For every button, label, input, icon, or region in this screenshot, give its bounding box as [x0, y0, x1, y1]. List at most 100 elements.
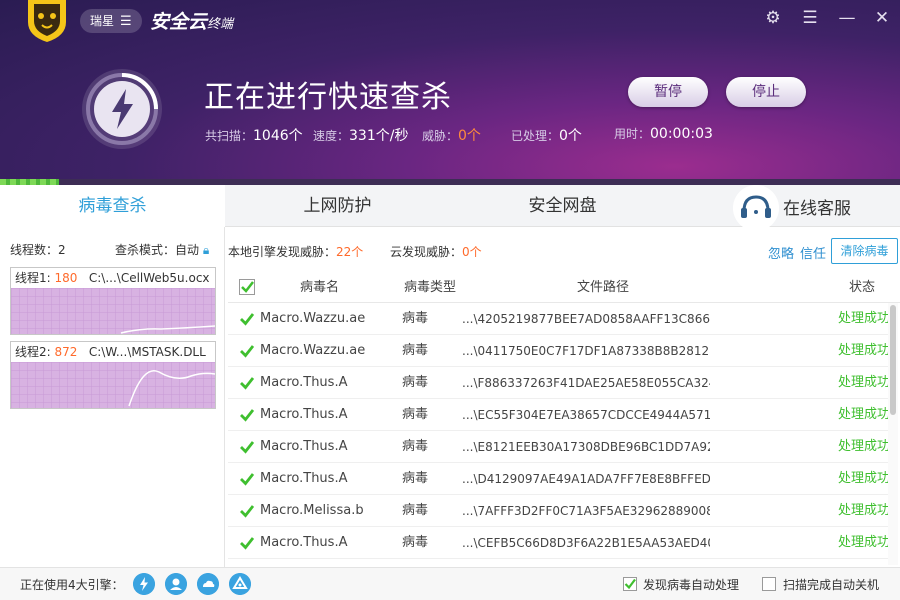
headset-icon[interactable]: [733, 185, 779, 231]
settings-gear-icon[interactable]: ⚙: [763, 8, 783, 28]
cell-virus-name: Macro.Thus.A: [260, 535, 348, 550]
minimize-icon[interactable]: —: [837, 8, 857, 28]
app-title-main: 安全云: [150, 11, 208, 33]
cell-virus-type: 病毒: [402, 375, 429, 390]
cell-virus-type: 病毒: [402, 471, 429, 486]
local-threat-label: 本地引擎发现威胁：: [228, 245, 337, 259]
online-service-link[interactable]: 在线客服: [783, 194, 851, 219]
threat-summary: 本地引擎发现威胁：22个 云发现威胁：0个: [228, 243, 482, 260]
cell-file-path: ...\0411750E0C7F17DF1A87338B8B281281: [462, 344, 710, 358]
stat-threats: 威胁：0个: [422, 128, 481, 144]
thread-card-1: 线程1: 180 C:\...\CellWeb5u.ocx: [10, 267, 216, 335]
cell-virus-name: Macro.Thus.A: [260, 407, 348, 422]
pause-button[interactable]: 暂停: [628, 77, 708, 107]
user-menu-button[interactable]: 瑞星 ☰: [80, 9, 142, 33]
cell-virus-name: Macro.Thus.A: [260, 375, 348, 390]
row-check-icon[interactable]: [239, 407, 255, 423]
thread-2-label: 线程2:: [15, 345, 51, 359]
cell-virus-type: 病毒: [402, 407, 429, 422]
col-virus-name[interactable]: 病毒名: [300, 272, 339, 303]
stat-elapsed: 用时：00:00:03: [614, 126, 713, 142]
lock-icon: 🔒︎: [202, 243, 210, 257]
thread-2-count: 872: [54, 345, 78, 359]
thread-count: 线程数：2: [10, 243, 66, 257]
tab-cloud-disk[interactable]: 安全网盘: [450, 185, 675, 227]
col-virus-type[interactable]: 病毒类型: [404, 272, 456, 303]
scan-header: 瑞星 ☰ 安全云终端 ⚙ ☰ — ✕ 正在进行快速查杀 共扫描：1046个 速度：…: [0, 0, 900, 185]
table-row[interactable]: Macro.Wazzu.ae 病毒 ...\4205219877BEE7AD0858…: [228, 303, 888, 335]
cell-virus-name: Macro.Thus.A: [260, 439, 348, 454]
status-footer: 正在使用4大引擎： 发现病毒自动处理 扫描完成自动关机: [0, 567, 900, 600]
col-status[interactable]: 状态: [849, 272, 875, 303]
cell-file-path: ...\F886337263F41DAE25AE58E055CA3245: [462, 376, 710, 390]
cell-status: 处理成功: [838, 375, 888, 390]
table-row[interactable]: Macro.Thus.A 病毒 ...\D4129097AE49A1ADA7FF7E…: [228, 463, 888, 495]
user-engine-icon[interactable]: [165, 573, 187, 595]
cell-status: 处理成功: [838, 503, 888, 518]
upload-engine-icon[interactable]: [229, 573, 251, 595]
table-row[interactable]: Macro.Thus.A 病毒 ...\EC55F304E7EA38657CDCCE…: [228, 399, 888, 431]
cell-file-path: ...\4205219877BEE7AD0858AAFF13C8668D: [462, 312, 710, 326]
auto-process-label[interactable]: 发现病毒自动处理: [643, 576, 739, 593]
cloud-engine-icon[interactable]: [197, 573, 219, 595]
menu-icon: ☰: [120, 14, 132, 29]
scan-mode[interactable]: 查杀模式：自动 🔒︎: [115, 241, 209, 258]
cell-virus-type: 病毒: [402, 535, 429, 550]
thread-2-header: 线程2: 872 C:\W...\MSTASK.DLL: [11, 342, 215, 362]
auto-shutdown-label[interactable]: 扫描完成自动关机: [783, 576, 879, 593]
scan-title: 正在进行快速查杀: [204, 80, 452, 115]
cell-status: 处理成功: [838, 407, 888, 422]
auto-shutdown-checkbox[interactable]: [762, 577, 776, 591]
cell-file-path: ...\CEFB5C66D8D3F6A22B1E5AA53AED40F: [462, 536, 710, 550]
row-check-icon[interactable]: [239, 343, 255, 359]
ignore-link[interactable]: 忽略: [768, 243, 794, 262]
cell-virus-name: Macro.Thus.A: [260, 471, 348, 486]
cell-file-path: ...\E8121EEB30A17308DBE96BC1DD7A923: [462, 440, 710, 454]
tab-web-protection[interactable]: 上网防护: [225, 185, 450, 227]
stat-speed: 速度：331个/秒: [313, 128, 409, 144]
cell-virus-name: Macro.Melissa.b: [260, 503, 364, 518]
user-label: 瑞星: [90, 14, 115, 28]
app-title: 安全云终端: [150, 7, 233, 34]
cell-file-path: ...\EC55F304E7EA38657CDCCE4944A571D: [462, 408, 710, 422]
tab-virus-scan[interactable]: 病毒查杀: [0, 185, 225, 228]
thread-1-count: 180: [54, 271, 78, 285]
table-row[interactable]: Macro.Thus.A 病毒 ...\F886337263F41DAE25AE58…: [228, 367, 888, 399]
close-icon[interactable]: ✕: [872, 8, 892, 28]
lion-logo-icon: [28, 0, 66, 42]
row-check-icon[interactable]: [239, 503, 255, 519]
threat-table-body: Macro.Wazzu.ae 病毒 ...\4205219877BEE7AD0858…: [228, 303, 900, 565]
table-scrollbar[interactable]: [888, 303, 898, 565]
row-check-icon[interactable]: [239, 439, 255, 455]
row-check-icon[interactable]: [239, 535, 255, 551]
col-file-path[interactable]: 文件路径: [577, 272, 629, 303]
cell-virus-name: Macro.Wazzu.ae: [260, 311, 366, 326]
row-check-icon[interactable]: [239, 375, 255, 391]
cell-status: 处理成功: [838, 311, 888, 326]
stop-button[interactable]: 停止: [726, 77, 806, 107]
thread-1-path: C:\...\CellWeb5u.ocx: [88, 271, 210, 285]
cell-virus-name: Macro.Wazzu.ae: [260, 343, 366, 358]
trust-link[interactable]: 信任: [800, 243, 826, 262]
table-row[interactable]: Macro.Thus.A 病毒 ...\CEFB5C66D8D3F6A22B1E5A…: [228, 527, 888, 559]
table-row[interactable]: Macro.Wazzu.ae 病毒 ...\0411750E0C7F17DF1A87…: [228, 335, 888, 367]
lightning-engine-icon[interactable]: [133, 573, 155, 595]
local-threat-count: 22个: [336, 245, 364, 259]
row-check-icon[interactable]: [239, 311, 255, 327]
table-header: 病毒名 病毒类型 文件路径 状态: [228, 272, 900, 303]
table-row[interactable]: Macro.Thus.A 病毒 ...\E8121EEB30A17308DBE96B…: [228, 431, 888, 463]
cell-virus-type: 病毒: [402, 439, 429, 454]
clean-virus-button[interactable]: 清除病毒: [831, 238, 898, 264]
row-check-icon[interactable]: [239, 471, 255, 487]
main-menu-icon[interactable]: ☰: [800, 8, 820, 28]
auto-process-checkbox[interactable]: [623, 577, 637, 591]
table-row[interactable]: Macro.Melissa.b 病毒 ...\7AFFF3D2FF0C71A3F5A…: [228, 495, 888, 527]
cell-status: 处理成功: [838, 343, 888, 358]
thread-panel: 线程数：2 查杀模式：自动 🔒︎ 线程1: 180 C:\...\CellWeb…: [0, 227, 225, 567]
scan-lightning-icon: [82, 69, 162, 149]
cell-virus-type: 病毒: [402, 503, 429, 518]
stat-processed: 已处理：0个: [511, 128, 582, 144]
select-all-checkbox[interactable]: [239, 279, 255, 295]
table-scroll-thumb[interactable]: [890, 305, 896, 415]
cloud-threat-label: 云发现威胁：: [390, 245, 463, 259]
